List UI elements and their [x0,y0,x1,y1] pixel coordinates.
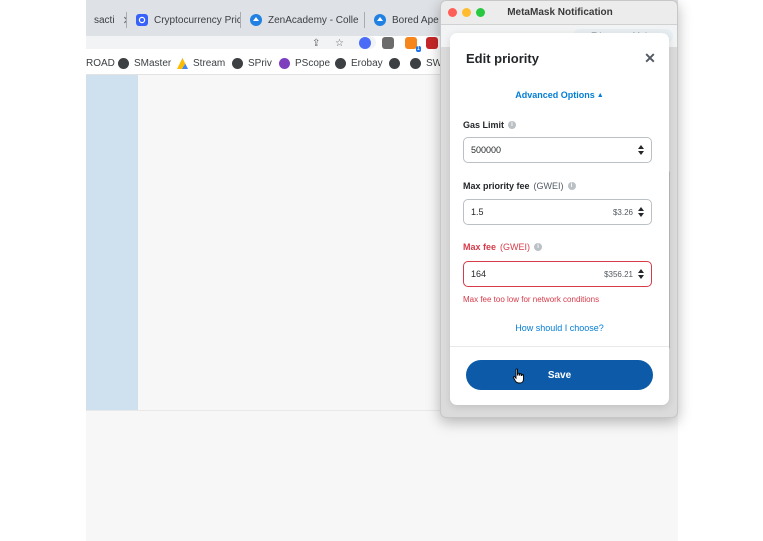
bookmark-item[interactable] [389,58,405,69]
bookmark-label: Stream [193,58,226,69]
max-fee-unit: (GWEI) [500,242,531,252]
max-priority-fee-fiat: $3.26 [612,207,633,217]
extension-badge: 1 [415,46,421,52]
tab-separator [126,12,127,28]
window-titlebar: MetaMask Notification [441,1,677,25]
max-priority-fee-value: 1.5 [471,207,484,217]
tab-title: Bored Ape Yac [392,14,446,26]
share-icon[interactable]: ⇪ [312,38,320,49]
bookmark-item[interactable]: Stream [177,58,225,69]
max-priority-fee-label: Max priority fee (GWEI) i [463,181,576,191]
number-stepper-icon[interactable] [637,268,644,280]
globe-icon [118,58,129,69]
gas-limit-value: 500000 [471,145,502,155]
max-fee-error-message: Max fee too low for network conditions [463,295,600,304]
page-side-panel [86,75,138,410]
advanced-options-label: Advanced Options [515,90,595,100]
tab-separator [240,12,241,28]
address-bar[interactable] [86,36,376,49]
pscope-icon [279,58,290,69]
modal-title: Edit priority [466,51,539,66]
bookmark-label: SMaster [134,58,172,69]
drive-icon [177,58,188,69]
number-stepper-icon[interactable] [637,144,644,156]
metamask-fox-icon[interactable]: 1 [405,37,421,52]
qr-code-icon[interactable] [382,37,394,49]
how-should-i-choose-link[interactable]: How should I choose? [450,323,669,333]
globe-icon [335,58,346,69]
boat-icon [374,14,386,26]
max-fee-label: Max fee (GWEI) i [463,242,543,252]
caret-up-icon: ▲ [596,92,604,99]
save-button[interactable]: Save [466,360,653,390]
max-priority-fee-unit: (GWEI) [533,181,564,191]
gas-limit-input[interactable]: 500000 [463,137,652,163]
window-title: MetaMask Notification [507,7,613,18]
tab-title: sacti [94,14,115,26]
max-fee-value: 164 [471,269,487,279]
gas-limit-label: Gas Limit i [463,120,517,130]
bookmark-item[interactable]: SMaster [118,58,171,69]
tab-separator [364,12,365,28]
max-priority-fee-label-text: Max priority fee [463,181,530,191]
globe-icon [232,58,243,69]
info-icon[interactable]: i [534,243,543,251]
close-icon[interactable]: ✕ [642,50,658,66]
bookmark-label: SPriv [248,58,272,69]
bookmark-item[interactable]: ROAD [86,58,115,69]
footer-divider [450,346,669,347]
number-stepper-icon[interactable] [637,206,644,218]
bookmark-star-icon[interactable]: ☆ [335,38,344,49]
hand-cursor-icon [512,368,524,384]
bookmark-label: ROAD [86,58,115,69]
bookmark-label: PScope [295,58,331,69]
bookmark-label: Erobay [351,58,383,69]
max-fee-label-text: Max fee [463,242,497,252]
info-icon[interactable]: i [508,121,517,129]
bookmark-item[interactable]: SW [410,58,442,69]
browser-tab-4[interactable]: Bored Ape Yac [366,6,446,34]
max-fee-input[interactable]: 164 $356.21 [463,261,652,287]
browser-tab-2[interactable]: Cryptocurrency Pric ✕ [128,6,240,34]
browser-tab-1[interactable]: sacti ✕ [86,6,126,34]
tab-title: ZenAcademy - Colle [268,14,359,26]
extension-icon[interactable] [359,37,371,49]
bookmark-item[interactable]: PScope [279,58,330,69]
bookmark-item[interactable]: SPriv [232,58,272,69]
info-icon[interactable]: i [567,182,576,190]
tab-title: Cryptocurrency Pric [154,14,240,26]
coin-icon [136,14,148,26]
globe-icon [410,58,421,69]
max-fee-fiat: $356.21 [604,269,633,279]
bookmark-item[interactable]: Erobay [335,58,383,69]
browser-tab-3[interactable]: ZenAcademy - Colle ✕ [242,6,364,34]
max-priority-fee-input[interactable]: 1.5 $3.26 [463,199,652,225]
gas-limit-label-text: Gas Limit [463,120,505,130]
globe-icon [389,58,400,69]
boat-icon [250,14,262,26]
advanced-options-toggle[interactable]: Advanced Options ▲ [450,90,669,100]
shield-icon[interactable] [426,37,438,49]
edit-priority-modal: Edit priority ✕ Advanced Options ▲ Gas Li… [450,33,669,405]
